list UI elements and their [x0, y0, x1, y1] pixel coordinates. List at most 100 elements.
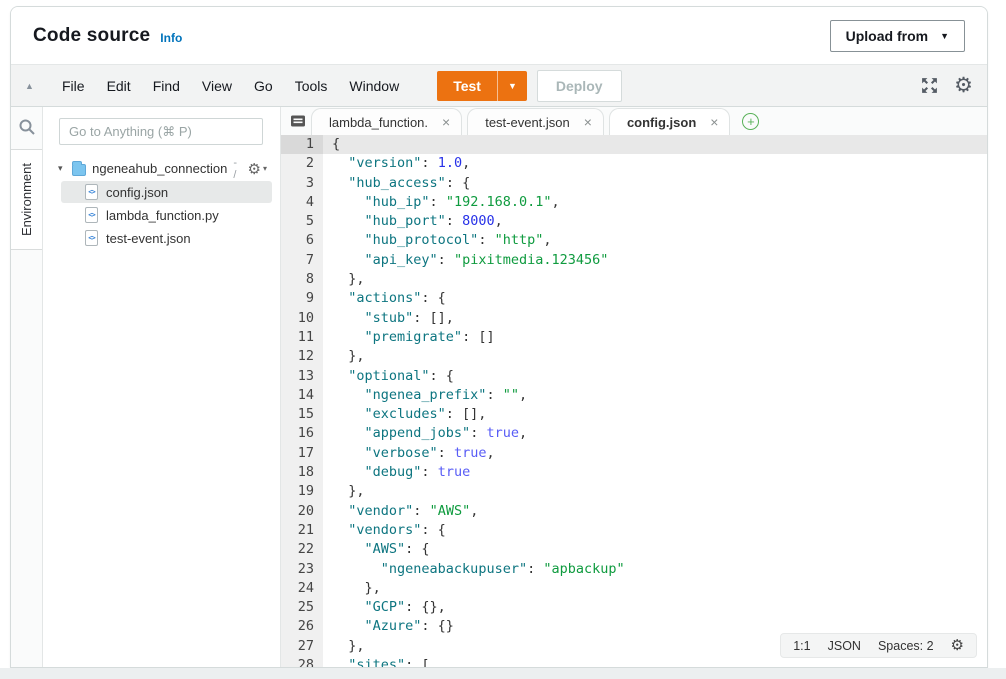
line-number[interactable]: 21 — [281, 521, 323, 540]
search-icon[interactable] — [18, 118, 36, 136]
code-line: 5 "hub_port": 8000, — [281, 212, 987, 231]
close-icon[interactable]: × — [442, 114, 450, 130]
line-number[interactable]: 26 — [281, 617, 323, 636]
menu-item-file[interactable]: File — [51, 72, 96, 100]
code-line: 10 "stub": [], — [281, 309, 987, 328]
code-text: "api_key": "pixitmedia.123456" — [323, 251, 608, 270]
tab-test-event-json[interactable]: test-event.json× — [467, 108, 604, 135]
line-number[interactable]: 1 — [281, 135, 323, 154]
line-number[interactable]: 6 — [281, 231, 323, 250]
editor-settings-gear-icon[interactable]: ⚙ — [951, 638, 964, 653]
line-number[interactable]: 8 — [281, 270, 323, 289]
line-number[interactable]: 18 — [281, 463, 323, 482]
code-token: "GCP" — [365, 599, 406, 615]
line-number[interactable]: 27 — [281, 637, 323, 656]
code-token — [332, 541, 365, 557]
code-token — [332, 368, 348, 384]
code-line: 2 "version": 1.0, — [281, 154, 987, 173]
code-token — [332, 425, 365, 441]
indentation-setting[interactable]: Spaces: 2 — [878, 639, 934, 653]
tab-lambda-function[interactable]: lambda_function.× — [311, 108, 462, 135]
left-rail: Environment — [11, 107, 43, 667]
menu-item-go[interactable]: Go — [243, 72, 284, 100]
line-number[interactable]: 3 — [281, 174, 323, 193]
line-number[interactable]: 14 — [281, 386, 323, 405]
cursor-position[interactable]: 1:1 — [793, 639, 810, 653]
code-token: : — [486, 387, 502, 403]
fullscreen-icon[interactable] — [920, 76, 939, 95]
close-icon[interactable]: × — [584, 114, 592, 130]
code-text: "GCP": {}, — [323, 598, 446, 617]
code-line: 3 "hub_access": { — [281, 174, 987, 193]
settings-gear-icon[interactable]: ⚙ — [954, 75, 973, 96]
code-text: "ngenea_prefix": "", — [323, 386, 527, 405]
line-number[interactable]: 28 — [281, 656, 323, 667]
line-number[interactable]: 22 — [281, 540, 323, 559]
ide-area: Environment ▾ ngeneahub_connection - / ⚙… — [11, 107, 987, 667]
code-line: 14 "ngenea_prefix": "", — [281, 386, 987, 405]
deploy-button[interactable]: Deploy — [537, 70, 622, 102]
file-row-test-event-json[interactable]: <>test-event.json — [61, 227, 272, 249]
line-number[interactable]: 23 — [281, 560, 323, 579]
code-token: "hub_protocol" — [365, 232, 479, 248]
folder-icon — [72, 164, 87, 176]
menu-item-edit[interactable]: Edit — [96, 72, 142, 100]
line-number[interactable]: 9 — [281, 289, 323, 308]
line-number[interactable]: 11 — [281, 328, 323, 347]
code-token: "pixitmedia.123456" — [454, 252, 608, 268]
file-row-lambda-function-py[interactable]: <>lambda_function.py — [61, 204, 272, 226]
line-number[interactable]: 4 — [281, 193, 323, 212]
line-number[interactable]: 5 — [281, 212, 323, 231]
menu-item-tools[interactable]: Tools — [284, 72, 339, 100]
test-dropdown-icon[interactable]: ▼ — [497, 71, 527, 101]
line-number[interactable]: 24 — [281, 579, 323, 598]
folder-row-ngeneahub-connection[interactable]: ▾ ngeneahub_connection - / ⚙ ▾ — [43, 157, 280, 180]
line-number[interactable]: 13 — [281, 367, 323, 386]
folder-path-suffix: - / — [233, 157, 241, 181]
code-token: "vendor" — [348, 503, 413, 519]
file-row-config-json[interactable]: <>config.json — [61, 181, 272, 203]
code-text: "vendors": { — [323, 521, 446, 540]
collapse-panel-icon[interactable]: ▲ — [25, 81, 51, 91]
close-icon[interactable]: × — [710, 114, 718, 130]
open-files-list-icon[interactable] — [285, 107, 311, 135]
code-token — [332, 213, 365, 229]
line-number[interactable]: 2 — [281, 154, 323, 173]
environment-tab[interactable]: Environment — [11, 149, 42, 250]
line-number[interactable]: 17 — [281, 444, 323, 463]
code-line: 25 "GCP": {}, — [281, 598, 987, 617]
line-number[interactable]: 12 — [281, 347, 323, 366]
tab-config-json[interactable]: config.json× — [609, 108, 731, 135]
file-tree: ▾ ngeneahub_connection - / ⚙ ▾ <>config.… — [43, 157, 280, 249]
code-token: }, — [332, 271, 365, 287]
code-token — [332, 194, 365, 210]
upload-from-button[interactable]: Upload from ▼ — [830, 20, 965, 52]
line-number[interactable]: 20 — [281, 502, 323, 521]
line-number[interactable]: 7 — [281, 251, 323, 270]
code-lines[interactable]: 1{2 "version": 1.0,3 "hub_access": {4 "h… — [281, 135, 987, 667]
line-number[interactable]: 15 — [281, 405, 323, 424]
line-number[interactable]: 19 — [281, 482, 323, 501]
syntax-mode[interactable]: JSON — [828, 639, 861, 653]
editor-statusbar: 1:1 JSON Spaces: 2 ⚙ — [780, 633, 977, 658]
line-number[interactable]: 10 — [281, 309, 323, 328]
info-link[interactable]: Info — [160, 31, 182, 45]
code-token: : — [470, 425, 486, 441]
test-split-button[interactable]: Test ▼ — [437, 71, 527, 101]
code-token: : — [527, 561, 543, 577]
test-button-label[interactable]: Test — [437, 71, 497, 101]
line-number[interactable]: 25 — [281, 598, 323, 617]
menu-item-view[interactable]: View — [191, 72, 243, 100]
folder-settings-gear-icon[interactable]: ⚙ ▾ — [248, 160, 267, 178]
line-number[interactable]: 16 — [281, 424, 323, 443]
add-tab-icon[interactable]: + — [742, 113, 759, 130]
menu-item-find[interactable]: Find — [142, 72, 191, 100]
file-name: test-event.json — [106, 231, 191, 246]
code-line: 13 "optional": { — [281, 367, 987, 386]
tab-list: lambda_function.×test-event.json×config.… — [311, 108, 735, 135]
menubar-right-icons: ⚙ — [920, 75, 973, 96]
folder-disclosure-icon[interactable]: ▾ — [58, 163, 66, 174]
menu-item-window[interactable]: Window — [338, 72, 410, 100]
code-token: , — [470, 503, 478, 519]
goto-anything-input[interactable] — [59, 118, 263, 145]
